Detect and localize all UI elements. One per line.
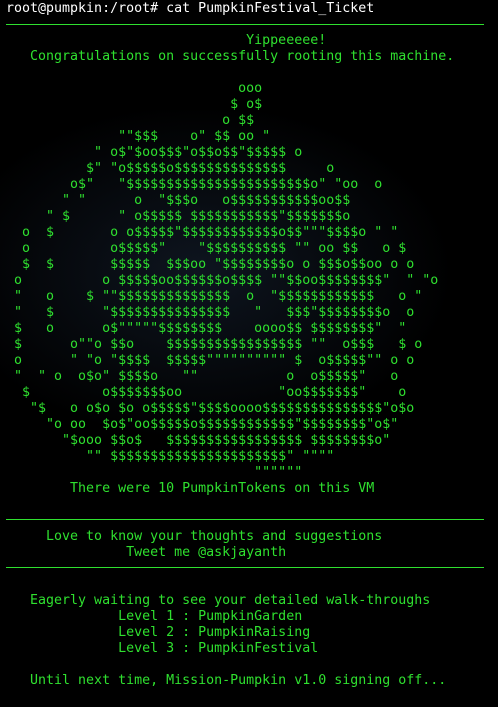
feedback-text: Love to know your thoughts and suggestio… <box>6 529 383 544</box>
signoff-text: Until next time, Mission-Pumpkin v1.0 si… <box>6 673 447 688</box>
level-1-text: Level 1 : PumpkinGarden <box>6 609 303 624</box>
yippee-text: Yippeeeee! <box>6 33 327 48</box>
terminal-window[interactable]: root@pumpkin:/root# cat PumpkinFestival_… <box>0 0 498 707</box>
top-divider <box>6 24 484 25</box>
level-3-text: Level 3 : PumpkinFestival <box>6 641 319 656</box>
command-prompt-line: root@pumpkin:/root# cat PumpkinFestival_… <box>6 1 375 16</box>
congratulations-text: Congratulations on successfully rooting … <box>6 49 455 64</box>
pumpkin-tokens-text: There were 10 PumpkinTokens on this VM <box>6 481 375 496</box>
walkthrough-text: Eagerly waiting to see your detailed wal… <box>6 593 431 608</box>
pumpkin-ascii-art: ooo $ o$ o $$ ""$$$ o" $$ oo " " o$"$oo$… <box>14 81 439 480</box>
twitter-handle-text: Tweet me @askjayanth <box>6 545 287 560</box>
middle-divider-bottom <box>6 567 484 568</box>
middle-divider-top <box>6 519 484 520</box>
level-2-text: Level 2 : PumpkinRaising <box>6 625 311 640</box>
